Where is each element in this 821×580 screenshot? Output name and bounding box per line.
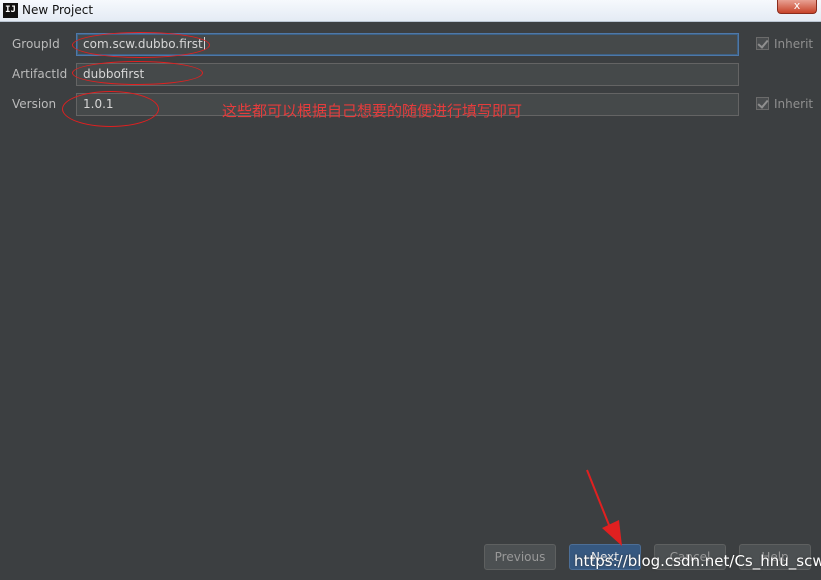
watermark: https://blog.csdn.net/Cs_hnu_scw	[574, 552, 821, 570]
annotation-arrow-icon	[586, 469, 622, 546]
